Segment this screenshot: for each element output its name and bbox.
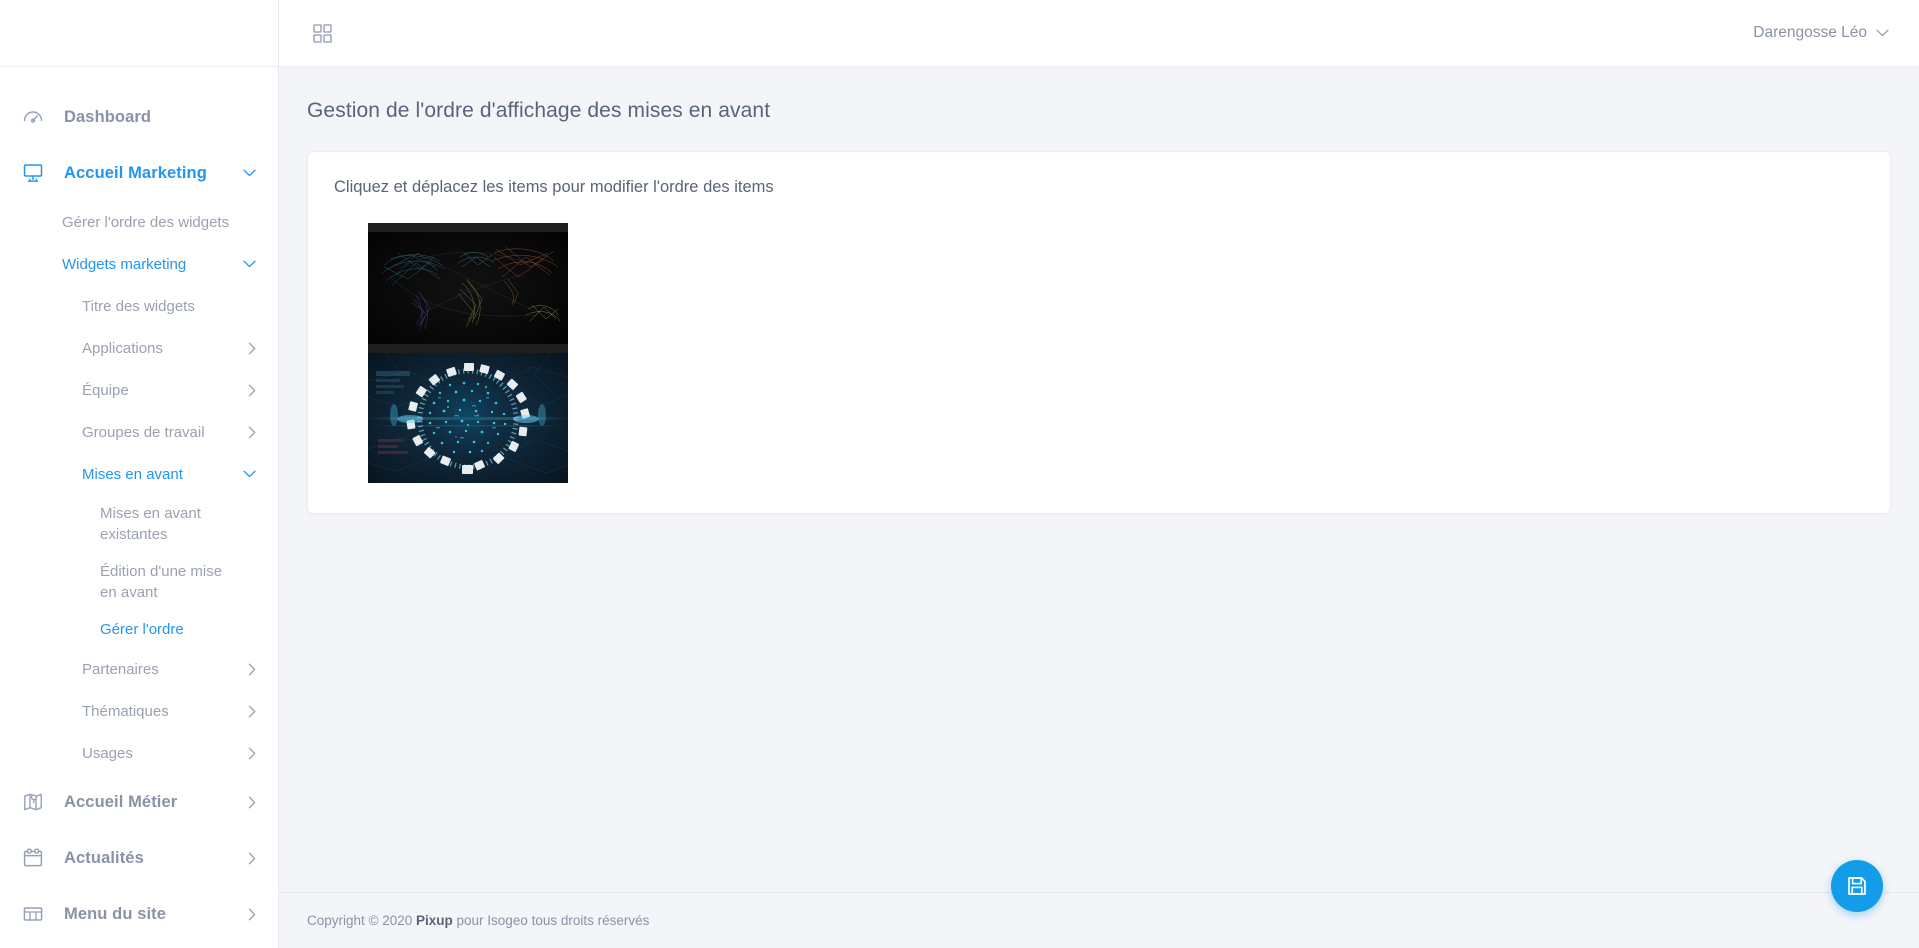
sidebar-item-label: Gérer l'ordre des widgets [62, 213, 230, 231]
sidebar-item-label: Équipe [82, 381, 129, 399]
order-management-card: Cliquez et déplacez les items pour modif… [307, 151, 1891, 514]
content-area: Gestion de l'ordre d'affichage des mises… [279, 67, 1919, 892]
brand-name: Pixup [416, 913, 453, 928]
sidebar-item-edition-dune-mise-en-avant[interactable]: Édition d'une mise en avant [0, 553, 278, 611]
copyright-text: Copyright © 2020 Pixup pour Isogeo tous … [307, 913, 649, 928]
chevron-down-icon[interactable] [243, 169, 256, 177]
chevron-right-icon[interactable] [248, 908, 256, 921]
sidebar-item-label: Widgets marketing [62, 255, 187, 273]
sidebar-item-label: Édition d'une mise en avant [100, 563, 223, 601]
sidebar-item-label: Accueil Métier [64, 792, 178, 811]
sortable-item[interactable] [368, 223, 568, 353]
card-subtitle: Cliquez et déplacez les items pour modif… [334, 178, 774, 196]
sidebar-item-label: Mises en avant [82, 465, 183, 483]
sidebar-item-label: Mises en avant existantes [100, 505, 201, 543]
sidebar-item-label: Applications [82, 339, 163, 357]
sidebar-item-label: Usages [82, 744, 133, 762]
sidebar-item-label: Partenaires [82, 660, 159, 678]
chevron-right-icon[interactable] [248, 796, 256, 809]
sidebar-item-thematiques[interactable]: Thématiques [0, 690, 278, 732]
footer: Copyright © 2020 Pixup pour Isogeo tous … [279, 892, 1919, 948]
chevron-right-icon[interactable] [248, 426, 256, 439]
map-pin-icon [22, 791, 52, 813]
sortable-items-list[interactable] [308, 223, 1890, 483]
sidebar-item-label: Titre des widgets [82, 297, 195, 315]
user-name: Darengosse Léo [1753, 24, 1867, 41]
sidebar-item-gerer-lordre[interactable]: Gérer l'ordre [0, 611, 278, 648]
chevron-down-icon[interactable] [243, 260, 256, 268]
digital-globe-thumbnail [368, 353, 568, 483]
chevron-right-icon[interactable] [248, 663, 256, 676]
world-network-map-thumbnail [368, 223, 568, 353]
sidebar-item-menu-du-site[interactable]: Menu du site [0, 886, 278, 942]
sidebar-item-equipe[interactable]: Équipe [0, 369, 278, 411]
chevron-right-icon[interactable] [248, 747, 256, 760]
grid-apps-icon[interactable] [307, 18, 337, 48]
sidebar-item-titre-des-widgets[interactable]: Titre des widgets [0, 285, 278, 327]
sidebar-item-partenaires[interactable]: Partenaires [0, 648, 278, 690]
chevron-right-icon[interactable] [248, 384, 256, 397]
sidebar-item-label: Gérer l'ordre [100, 621, 184, 638]
chevron-down-icon[interactable] [243, 470, 256, 478]
topbar: Darengosse Léo [279, 0, 1919, 67]
save-floppy-icon [1848, 877, 1866, 895]
sidebar-item-groupes-de-travail[interactable]: Groupes de travail [0, 411, 278, 453]
chevron-right-icon[interactable] [248, 705, 256, 718]
copyright-prefix: Copyright © 2020 [307, 913, 417, 928]
sidebar-item-label: Dashboard [64, 107, 152, 126]
sidebar-item-mises-en-avant-existantes[interactable]: Mises en avant existantes [0, 495, 278, 553]
sidebar: Dashboard Accueil Marketing Gérer l'ordre … [0, 0, 279, 948]
sidebar-item-accueil-metier[interactable]: Accueil Métier [0, 774, 278, 830]
user-menu[interactable]: Darengosse Léo [1753, 24, 1893, 42]
chevron-down-icon [1876, 29, 1889, 37]
sidebar-item-applications[interactable]: Applications [0, 327, 278, 369]
sidebar-item-label: Menu du site [64, 904, 167, 923]
copyright-suffix: pour Isogeo tous droits réservés [452, 913, 650, 928]
sidebar-item-dashboard[interactable]: Dashboard [0, 89, 278, 145]
save-button[interactable] [1831, 860, 1883, 912]
sidebar-logo-zone [0, 0, 278, 67]
main-area: Darengosse Léo Gestion de l'ordre d'affi… [279, 0, 1919, 948]
sidebar-item-actualites[interactable]: Actualités [0, 830, 278, 886]
page-title: Gestion de l'ordre d'affichage des mises… [307, 99, 771, 122]
presentation-screen-icon [22, 162, 52, 184]
sidebar-item-label: Accueil Marketing [64, 163, 207, 182]
sidebar-item-widgets-marketing[interactable]: Widgets marketing [0, 243, 278, 285]
sidebar-item-label: Thématiques [82, 702, 169, 720]
sidebar-item-accueil-marketing[interactable]: Accueil Marketing [0, 145, 278, 201]
sortable-item[interactable] [368, 353, 568, 483]
sidebar-item-mises-en-avant[interactable]: Mises en avant [0, 453, 278, 495]
sidebar-item-gerer-lordre-des-widgets[interactable]: Gérer l'ordre des widgets [0, 201, 278, 243]
sidebar-nav: Dashboard Accueil Marketing Gérer l'ordre … [0, 67, 278, 942]
sidebar-item-usages[interactable]: Usages [0, 732, 278, 774]
dashboard-gauge-icon [22, 106, 52, 128]
chevron-right-icon[interactable] [248, 342, 256, 355]
calendar-icon [22, 847, 52, 869]
chevron-right-icon[interactable] [248, 852, 256, 865]
site-menu-icon [22, 903, 52, 925]
sidebar-item-label: Groupes de travail [82, 423, 205, 441]
app-root: Dashboard Accueil Marketing Gérer l'ordre … [0, 0, 1919, 948]
sidebar-item-label: Actualités [64, 848, 144, 867]
